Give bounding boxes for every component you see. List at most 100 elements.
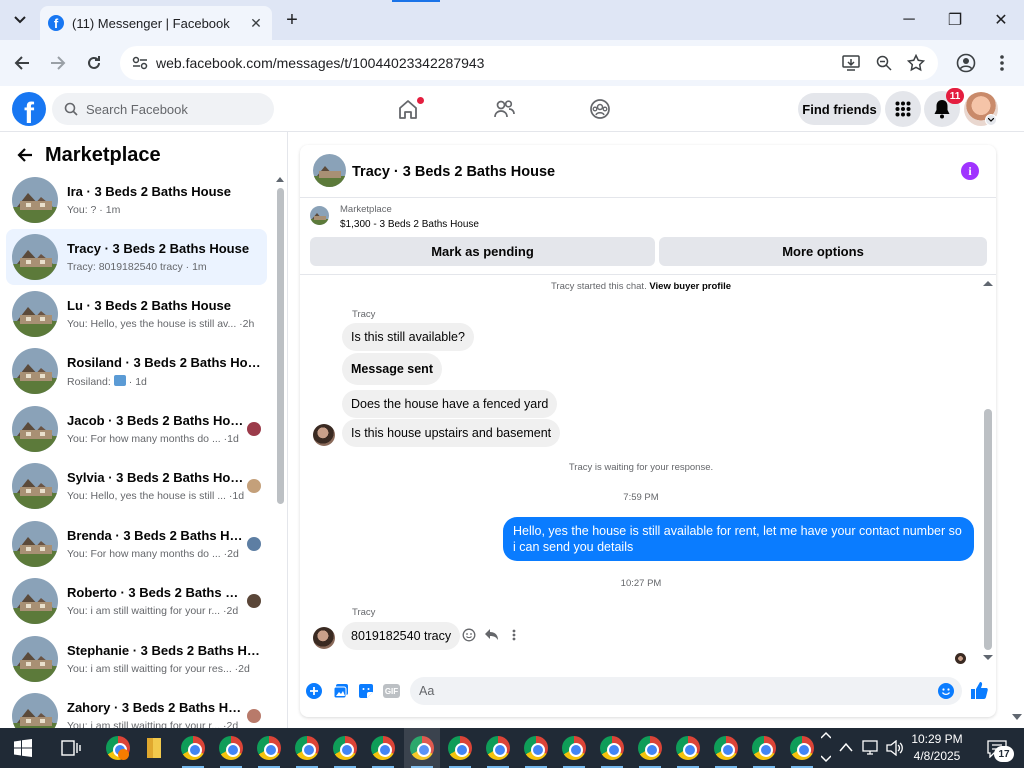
taskbar-chrome-window[interactable] [214,732,248,768]
close-tab-icon[interactable]: ✕ [246,13,266,33]
conversation-item[interactable]: Stephanie · 3 Beds 2 Baths House You: i a… [6,631,267,687]
mark-pending-button[interactable]: Mark as pending [310,237,655,266]
conversation-item[interactable]: Sylvia · 3 Beds 2 Baths House You: Hello,… [6,458,267,514]
taskbar-scroll-up-icon[interactable] [821,731,831,739]
photo-icon[interactable] [333,683,349,699]
taskbar-chrome-window[interactable] [785,732,819,768]
taskbar-chrome-window[interactable] [481,732,515,768]
notifications-button[interactable]: 11 [924,88,964,127]
taskbar-scroll-down-icon[interactable] [821,755,831,763]
close-window-button[interactable]: ✕ [978,0,1024,40]
incoming-message[interactable]: 8019182540 tracy [342,622,461,650]
taskbar-chrome-window[interactable] [443,732,477,768]
taskbar-chrome-window[interactable] [747,732,781,768]
nav-friends[interactable] [484,91,524,127]
taskbar-chrome-window[interactable] [709,732,743,768]
conversation-item[interactable]: Tracy · 3 Beds 2 Baths House Tracy: 80191… [6,229,267,285]
thumbs-up-icon[interactable] [970,681,989,700]
nav-home[interactable] [388,91,428,127]
find-friends-button[interactable]: Find friends [798,93,881,125]
incoming-message[interactable]: Is this house upstairs and basement [342,419,561,447]
taskbar-chrome-window[interactable] [633,732,667,768]
bookmark-star-icon[interactable] [907,54,925,72]
back-arrow-button[interactable] [12,142,38,168]
outgoing-message[interactable]: Hello, yes the house is still available … [503,517,974,561]
notification-center-button[interactable]: 17 [980,736,1014,762]
taskbar-chrome-window[interactable] [252,732,286,768]
listing-thumbnail [12,693,58,728]
browser-menu-button[interactable] [988,49,1016,77]
chat-header-avatar[interactable] [313,154,346,187]
scroll-up-icon[interactable] [983,280,993,286]
facebook-search-input[interactable]: Search Facebook [52,93,274,125]
chat-scrollbar[interactable] [983,279,993,663]
taskbar-chrome-window[interactable] [557,732,591,768]
listing-detail[interactable]: $1,300 - 3 Beds 2 Baths House [340,219,479,230]
emoji-icon[interactable] [938,683,954,699]
reply-icon[interactable] [484,628,499,641]
reload-button[interactable] [80,49,108,77]
taskbar-chrome-window[interactable] [671,732,705,768]
new-tab-button[interactable]: + [280,8,304,32]
install-app-icon[interactable] [842,55,860,71]
gif-button[interactable]: GIF [383,684,400,698]
scroll-down-icon[interactable] [983,655,993,661]
taskbar-chrome-window[interactable] [328,732,362,768]
back-button[interactable] [8,49,36,77]
conversation-item[interactable]: Lu · 3 Beds 2 Baths House You: Hello, yes… [6,286,267,342]
message-input[interactable]: Aa [410,677,962,705]
taskbar-chrome-window[interactable] [176,732,210,768]
tray-chevron-up-icon[interactable] [839,742,853,752]
taskbar-chrome-window[interactable] [290,732,324,768]
taskbar-chrome-app[interactable] [101,732,135,764]
nav-groups[interactable] [580,91,620,127]
tab-search-button[interactable] [6,8,34,32]
taskbar-chrome-window[interactable] [366,732,400,768]
scroll-thumb[interactable] [277,188,284,504]
site-settings-icon[interactable] [132,56,148,70]
taskbar-chrome-window[interactable] [595,732,629,768]
taskbar-file-explorer[interactable] [137,732,171,764]
conversation-item[interactable]: Roberto · 3 Beds 2 Baths Hou... You: i am… [6,573,267,629]
task-view-button[interactable] [54,732,88,764]
more-options-button[interactable]: More options [659,237,987,266]
conversation-item[interactable]: Brenda · 3 Beds 2 Baths House You: For ho… [6,516,267,572]
conversation-item[interactable]: Jacob · 3 Beds 2 Baths House You: For how… [6,401,267,457]
incoming-message[interactable]: Message sent [342,353,442,385]
volume-icon[interactable] [886,740,904,756]
network-icon[interactable] [862,740,880,756]
sender-avatar[interactable] [313,424,335,446]
scroll-thumb[interactable] [984,409,992,650]
menu-grid-button[interactable] [885,91,921,127]
chat-header-title[interactable]: Tracy · 3 Beds 2 Baths House [352,164,555,180]
conversation-item[interactable]: Ira · 3 Beds 2 Baths House You: ? · 1m [6,172,267,228]
profile-button[interactable] [952,49,980,77]
plus-circle-icon[interactable] [306,683,322,699]
view-buyer-profile-link[interactable]: View buyer profile [649,281,731,292]
taskbar-chrome-window[interactable] [519,732,553,768]
conversation-name: Zahory · 3 Beds 2 Baths House [67,700,247,715]
message-more-icon[interactable] [512,629,516,641]
conversation-item[interactable]: Zahory · 3 Beds 2 Baths House You: i am s… [6,688,267,728]
clock[interactable]: 10:29 PM 4/8/2025 [904,731,970,765]
sidebar-scrollbar[interactable] [276,174,284,728]
restore-button[interactable]: ❐ [932,0,978,40]
account-chevron-icon[interactable] [985,114,997,126]
react-smiley-icon[interactable] [462,628,476,642]
conversation-item[interactable]: Rosiland · 3 Beds 2 Baths House Rosiland:… [6,343,267,399]
incoming-message[interactable]: Does the house have a fenced yard [342,390,558,418]
address-bar[interactable]: web.facebook.com/messages/t/100440233422… [120,46,938,80]
forward-button[interactable] [44,49,72,77]
minimize-button[interactable]: ─ [886,0,932,40]
listing-thumbnail[interactable] [310,206,329,225]
start-button[interactable] [6,732,40,764]
scroll-up-icon[interactable] [276,176,284,182]
incoming-message[interactable]: Is this still available? [342,323,474,351]
conversation-info-button[interactable]: i [961,162,979,180]
sender-avatar[interactable] [313,627,335,649]
page-scroll-down-icon[interactable] [1012,714,1022,722]
browser-tab[interactable]: f (11) Messenger | Facebook ✕ [40,6,272,40]
zoom-icon[interactable] [876,55,892,71]
facebook-logo-icon[interactable]: f [12,92,46,126]
sticker-icon[interactable] [358,683,374,699]
